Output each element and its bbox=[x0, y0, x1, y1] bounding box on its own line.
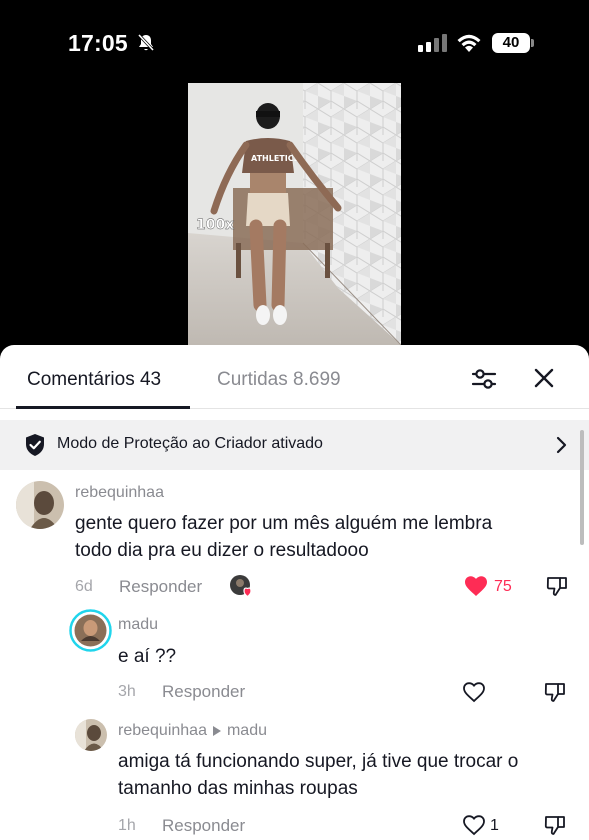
like-count: 1 bbox=[490, 817, 499, 834]
like-count: 75 bbox=[494, 578, 512, 595]
comment-time: 1h bbox=[118, 817, 136, 834]
status-time: 17:05 bbox=[68, 30, 128, 56]
reply-button[interactable]: Responder bbox=[162, 816, 245, 836]
reply-header: rebequinhaa madu bbox=[118, 722, 267, 740]
banner-text: Modo de Proteção ao Criador ativado bbox=[57, 435, 323, 452]
comment-text: e aí ?? bbox=[118, 646, 177, 667]
comment-time: 6d bbox=[75, 578, 93, 595]
dislike-icon[interactable] bbox=[543, 680, 567, 704]
dislike-icon[interactable] bbox=[543, 813, 567, 837]
avatar[interactable] bbox=[75, 719, 107, 751]
comment-username[interactable]: rebequinhaa bbox=[75, 484, 164, 502]
reply-to-username[interactable]: madu bbox=[227, 722, 267, 740]
tab-bar: Comentários 43 Curtidas 8.699 bbox=[0, 345, 589, 409]
wifi-icon bbox=[457, 34, 481, 52]
reply-arrow-icon bbox=[212, 726, 221, 736]
dislike-icon[interactable] bbox=[545, 574, 569, 598]
comment-time: 3h bbox=[118, 683, 136, 700]
video-frame: ATHLETICS 100x bbox=[188, 83, 401, 345]
shield-check-icon bbox=[26, 434, 44, 456]
battery-tip bbox=[531, 39, 534, 47]
video-overlay-text: 100x bbox=[196, 217, 234, 233]
video-preview[interactable]: ATHLETICS 100x bbox=[188, 83, 401, 345]
scrollbar[interactable] bbox=[580, 430, 584, 545]
status-bar: 17:05 40 bbox=[0, 0, 589, 84]
avatar[interactable] bbox=[16, 481, 64, 529]
tab-active-indicator bbox=[16, 406, 190, 409]
comment-username[interactable]: rebequinhaa bbox=[118, 722, 207, 740]
creator-protection-banner[interactable]: Modo de Proteção ao Criador ativado bbox=[0, 420, 589, 470]
battery-icon: 40 bbox=[492, 33, 530, 53]
bell-slash-icon bbox=[137, 33, 155, 52]
close-icon[interactable] bbox=[532, 366, 556, 390]
comment-username[interactable]: madu bbox=[118, 616, 158, 634]
shirt-print: ATHLETICS bbox=[251, 154, 300, 163]
creator-liked-badge bbox=[230, 575, 252, 598]
comment-text-line2: tamanho das minhas roupas bbox=[118, 778, 358, 799]
filter-icon[interactable] bbox=[471, 366, 497, 392]
chevron-right-icon bbox=[556, 436, 567, 454]
comment-text-line1: gente quero fazer por um mês alguém me l… bbox=[75, 513, 493, 534]
comment-text-line1: amiga tá funcionando super, já tive que … bbox=[118, 751, 519, 772]
signal-icon bbox=[418, 34, 447, 52]
comments-sheet: Comentários 43 Curtidas 8.699 Modo de Pr… bbox=[0, 345, 589, 840]
heart-icon[interactable] bbox=[462, 681, 486, 703]
avatar[interactable] bbox=[69, 609, 112, 652]
tab-likes[interactable]: Curtidas 8.699 bbox=[217, 369, 341, 391]
reply-button[interactable]: Responder bbox=[119, 577, 202, 597]
heart-icon[interactable] bbox=[462, 814, 486, 836]
comment-text-line2: todo dia pra eu dizer o resultadooo bbox=[75, 540, 369, 561]
reply-button[interactable]: Responder bbox=[162, 682, 245, 702]
tab-comments[interactable]: Comentários 43 bbox=[27, 369, 161, 391]
heart-icon[interactable] bbox=[464, 575, 488, 597]
